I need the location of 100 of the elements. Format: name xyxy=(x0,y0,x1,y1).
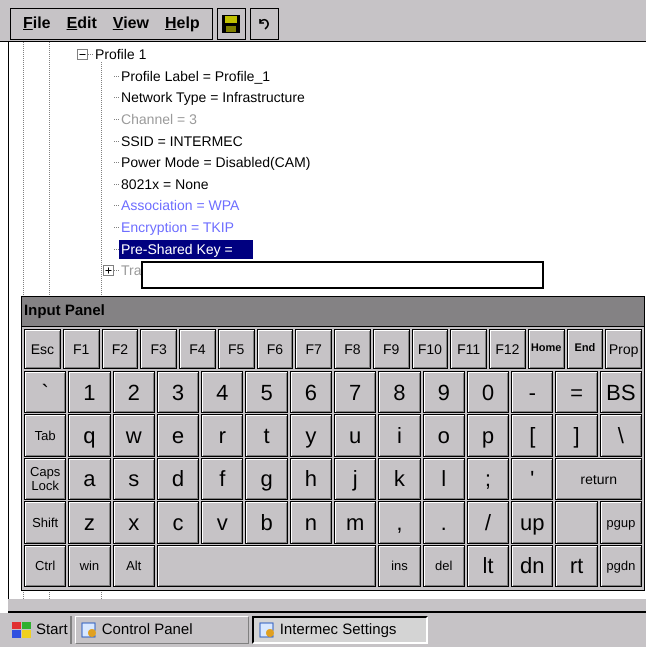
menu-item[interactable]: File xyxy=(17,12,57,36)
keyboard-key[interactable]: h xyxy=(290,458,332,500)
keyboard-key[interactable]: Esc xyxy=(24,329,61,369)
keyboard-key[interactable]: BS xyxy=(600,371,642,414)
keyboard-key[interactable]: ; xyxy=(466,458,510,500)
tree-item[interactable]: Association = WPA xyxy=(119,196,242,216)
tree-item[interactable]: SSID = INTERMEC xyxy=(119,132,245,151)
keyboard-key[interactable]: j xyxy=(334,458,376,500)
keyboard-key[interactable]: F10 xyxy=(412,329,448,369)
keyboard-key[interactable]: ' xyxy=(511,458,554,500)
keyboard-key[interactable]: F5 xyxy=(218,329,254,369)
blank-key[interactable] xyxy=(555,501,598,544)
keyboard-key[interactable]: n xyxy=(290,501,332,544)
space-key[interactable] xyxy=(156,544,376,588)
keyboard-key[interactable]: l xyxy=(422,458,465,500)
keyboard-key[interactable]: ins xyxy=(378,544,421,588)
keyboard-key[interactable]: Tab xyxy=(24,414,66,457)
keyboard-key[interactable]: \ xyxy=(600,414,642,457)
keyboard-key[interactable]: F3 xyxy=(140,329,177,369)
tree-item[interactable]: Power Mode = Disabled(CAM) xyxy=(119,153,312,172)
keyboard-key[interactable]: F2 xyxy=(102,329,138,369)
keyboard-key[interactable]: F11 xyxy=(450,329,487,369)
tree-item[interactable]: Profile Label = Profile_1 xyxy=(119,66,272,86)
keyboard-key[interactable]: b xyxy=(245,501,288,544)
tree-item[interactable]: Pre-Shared Key = xyxy=(119,240,253,259)
keyboard-key[interactable]: del xyxy=(422,544,465,588)
keyboard-key[interactable]: q xyxy=(68,414,111,457)
keyboard-key[interactable]: Home xyxy=(528,329,564,369)
undo-button[interactable] xyxy=(250,8,279,40)
keyboard-key[interactable]: w xyxy=(112,414,155,457)
keyboard-key[interactable]: Prop xyxy=(605,329,642,369)
keyboard-key[interactable]: o xyxy=(422,414,465,457)
keyboard-key[interactable]: rt xyxy=(555,544,598,588)
keyboard-key[interactable]: [ xyxy=(511,414,554,457)
keyboard-key[interactable]: F7 xyxy=(295,329,332,369)
keyboard-key[interactable]: F9 xyxy=(372,329,410,369)
keyboard-key[interactable]: 2 xyxy=(112,371,155,414)
keyboard-key[interactable]: F8 xyxy=(334,329,371,369)
keyboard-key[interactable]: 6 xyxy=(290,371,332,414)
keyboard-key[interactable]: e xyxy=(156,414,200,457)
keyboard-key[interactable]: return xyxy=(555,458,642,500)
keyboard-key[interactable]: End xyxy=(566,329,604,369)
keyboard-key[interactable]: k xyxy=(378,458,421,500)
keyboard-key[interactable]: ] xyxy=(555,414,598,457)
keyboard-key[interactable]: d xyxy=(156,458,200,500)
keyboard-key[interactable]: F4 xyxy=(179,329,216,369)
keyboard-key[interactable]: 0 xyxy=(466,371,510,414)
keyboard-key[interactable]: x xyxy=(112,501,155,544)
keyboard-key[interactable]: Caps Lock xyxy=(24,458,66,500)
keyboard-key[interactable]: c xyxy=(156,501,200,544)
keyboard-key[interactable]: F12 xyxy=(489,329,526,369)
keyboard-key[interactable]: up xyxy=(511,501,554,544)
scroll-bar[interactable] xyxy=(8,599,646,613)
keyboard-key[interactable]: g xyxy=(245,458,288,500)
menu-item[interactable]: Help xyxy=(158,12,206,36)
keyboard-key[interactable]: 4 xyxy=(201,371,244,414)
keyboard-key[interactable]: i xyxy=(378,414,421,457)
keyboard-key[interactable]: 1 xyxy=(68,371,111,414)
keyboard-key[interactable]: = xyxy=(555,371,598,414)
keyboard-key[interactable]: z xyxy=(68,501,111,544)
keyboard-key[interactable]: 5 xyxy=(245,371,288,414)
keyboard-key[interactable]: 8 xyxy=(378,371,421,414)
keyboard-key[interactable]: v xyxy=(201,501,244,544)
tree-item[interactable]: Network Type = Infrastructure xyxy=(119,88,307,108)
keyboard-key[interactable]: 3 xyxy=(156,371,200,414)
keyboard-key[interactable]: s xyxy=(112,458,155,500)
tree-item[interactable]: Profile 1 xyxy=(93,45,148,64)
start-button[interactable]: Start xyxy=(8,616,72,644)
keyboard-key[interactable]: ` xyxy=(24,371,66,414)
keyboard-key[interactable]: Shift xyxy=(24,501,66,544)
keyboard-key[interactable]: f xyxy=(201,458,244,500)
keyboard-key[interactable]: - xyxy=(511,371,554,414)
keyboard-key[interactable]: u xyxy=(334,414,376,457)
keyboard-key[interactable]: t xyxy=(245,414,288,457)
expand-icon[interactable] xyxy=(103,265,114,276)
keyboard-key[interactable]: pgup xyxy=(600,501,642,544)
keyboard-key[interactable]: 7 xyxy=(334,371,376,414)
keyboard-key[interactable]: r xyxy=(201,414,244,457)
keyboard-key[interactable]: . xyxy=(422,501,465,544)
keyboard-key[interactable]: p xyxy=(466,414,510,457)
keyboard-key[interactable]: / xyxy=(466,501,510,544)
keyboard-key[interactable]: F6 xyxy=(256,329,294,369)
keyboard-key[interactable]: y xyxy=(290,414,332,457)
tree-item[interactable]: 8021x = None xyxy=(119,174,211,194)
keyboard-key[interactable]: 9 xyxy=(422,371,465,414)
collapse-icon[interactable] xyxy=(77,49,88,60)
keyboard-key[interactable]: a xyxy=(68,458,111,500)
menu-item[interactable]: Edit xyxy=(60,12,103,36)
taskbar-button[interactable]: Intermec Settings xyxy=(252,616,428,644)
keyboard-key[interactable]: Ctrl xyxy=(24,544,66,588)
text-input-field[interactable] xyxy=(141,261,544,289)
menu-item[interactable]: View xyxy=(106,12,155,36)
keyboard-key[interactable]: win xyxy=(68,544,111,588)
keyboard-key[interactable]: F1 xyxy=(62,329,100,369)
keyboard-key[interactable]: pgdn xyxy=(600,544,642,588)
save-button[interactable] xyxy=(216,8,246,40)
keyboard-key[interactable]: Alt xyxy=(112,544,155,588)
tree-item[interactable]: Encryption = TKIP xyxy=(119,218,236,238)
keyboard-key[interactable]: , xyxy=(378,501,421,544)
keyboard-key[interactable]: lt xyxy=(466,544,510,588)
